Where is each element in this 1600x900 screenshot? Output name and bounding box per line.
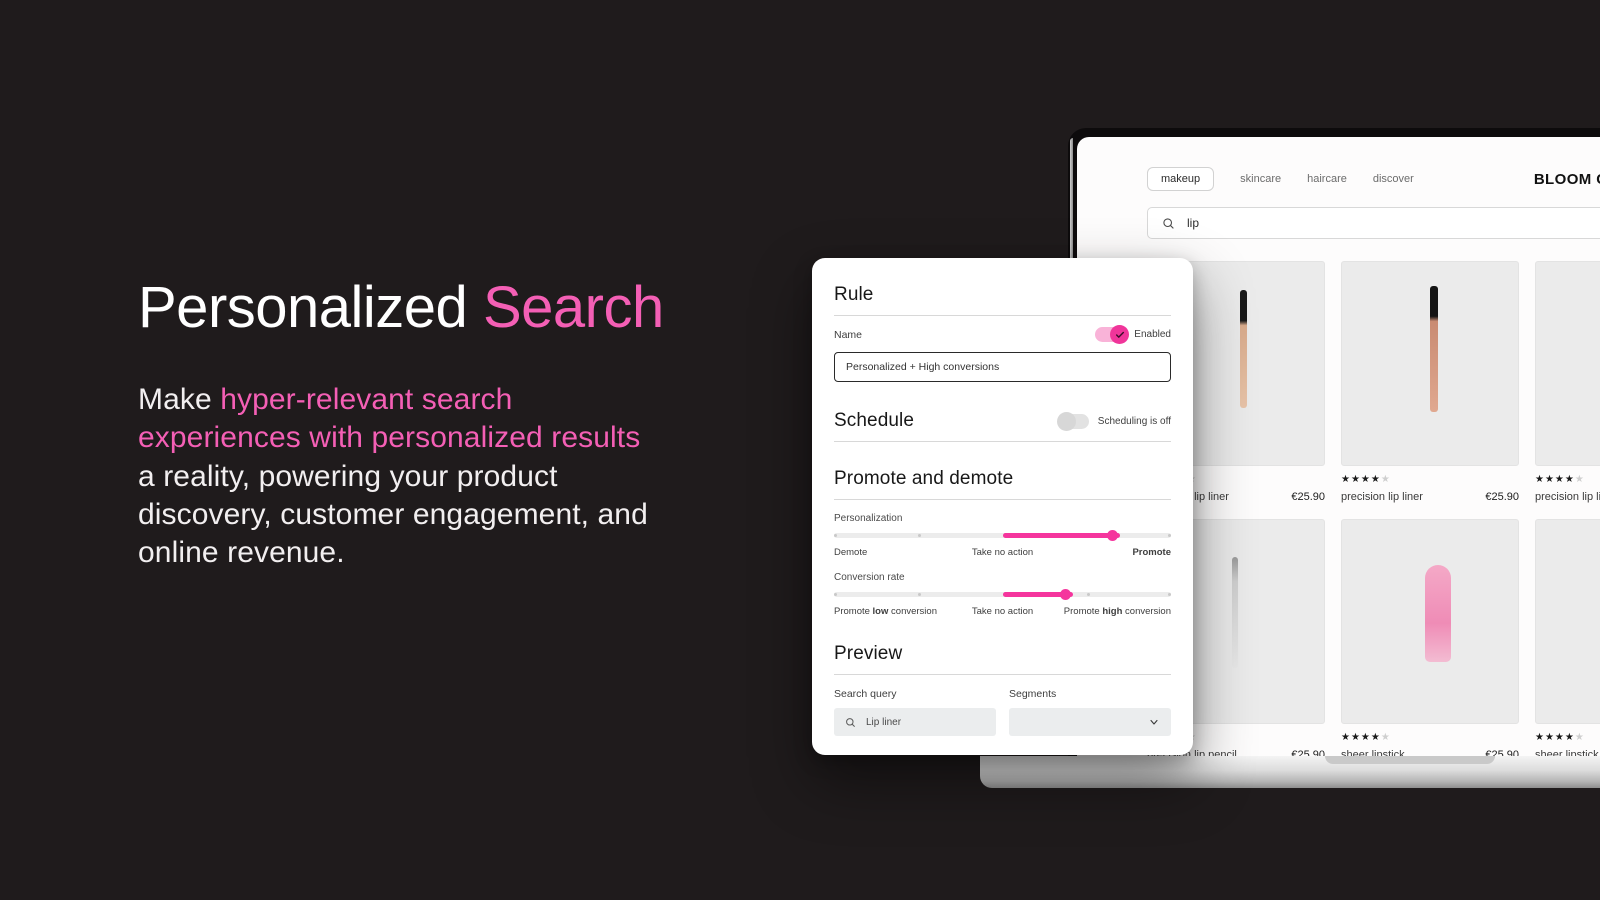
slider-fill [1002,533,1121,538]
slider-label-left: Demote [834,547,868,558]
preview-section: Preview Search query Lip liner Segments [834,643,1171,736]
rule-name-label: Name [834,328,863,341]
slider-label-right: Promote [1132,547,1171,558]
nav-item-discover[interactable]: discover [1373,173,1414,185]
slider-tick [834,593,837,596]
storefront-search-input[interactable]: lip [1147,207,1600,239]
product-grid: ★★★★★ precision lip liner €25.90 ★★★★★ p… [1147,261,1600,758]
preview-query-label: Search query [834,688,897,700]
product-meta: precision lip liner €25.90 [1341,491,1519,503]
conversion-slider-label: Conversion rate [834,572,905,583]
slider-tick [1167,534,1171,537]
subcopy-part-1: Make [138,382,221,416]
conversion-slider[interactable] [834,589,1171,600]
toggle-knob [1056,411,1076,431]
promote-section-title: Promote and demote [834,468,1014,489]
slider-label-right: Promote high conversion [1063,606,1171,617]
product-card[interactable]: ★★★★★ sheer lipstick €25.90 [1341,519,1519,758]
schedule-section-title: Schedule [834,410,915,431]
slider-label-left: Promote low conversion [834,606,937,617]
rating-stars: ★★★★★ [1341,474,1391,485]
conversion-slider-labels: Promote low conversion Take no action Pr… [834,606,1171,617]
preview-section-title: Preview [834,643,903,664]
personalization-slider-labels: Demote Take no action Promote [834,547,1171,558]
rating-stars: ★★★★★ [1341,732,1391,743]
search-icon [846,717,855,727]
page-title: Personalized Search [138,275,758,340]
preview-query-col: Search query Lip liner [834,688,996,736]
product-image [1341,261,1519,466]
preview-query-input[interactable]: Lip liner [834,708,996,736]
schedule-toggle[interactable] [1056,411,1089,431]
chevron-down-icon [1150,719,1158,725]
personalization-slider-block: Personalization Demote Take no action Pr… [834,513,1171,558]
schedule-section: Schedule Scheduling is off [834,410,1171,442]
rule-enabled-group[interactable]: Enabled [1095,325,1171,344]
subcopy-part-2: a reality, powering your product discove… [138,459,648,570]
slider-tick [1167,593,1171,596]
slider-label-mid: Take no action [971,606,1034,617]
promote-section: Promote and demote Personalization Demot… [834,468,1171,617]
toggle-knob [1110,325,1130,344]
check-icon [1115,331,1124,338]
product-card[interactable]: ★★★★★ sheer lipstick €25.90 [1535,519,1600,758]
headline-plain: Personalized [138,275,483,340]
hero-copy: Personalized Search Make hyper-relevant … [138,275,758,573]
divider [834,499,1171,500]
product-name: precision lip liner [1535,491,1600,503]
preview-query-value: Lip liner [866,716,902,728]
rule-enabled-label: Enabled [1134,329,1171,340]
product-card[interactable]: ★★★★★ precision lip liner €25.90 [1535,261,1600,503]
product-price: €25.90 [1291,491,1325,503]
storefront-search-value: lip [1187,216,1200,230]
slider-tick [834,534,837,537]
rule-section-title: Rule [834,284,874,305]
hero-subcopy: Make hyper-relevant search experiences w… [138,381,658,573]
rule-panel: Rule Name Enabled Personalized + High co… [812,258,1193,755]
rating-stars: ★★★★★ [1535,474,1585,485]
product-card[interactable]: ★★★★★ precision lip liner €25.90 [1341,261,1519,503]
nav-item-skincare[interactable]: skincare [1240,173,1281,185]
laptop-base [980,756,1600,788]
rule-enabled-toggle[interactable] [1095,325,1130,344]
nav-item-makeup[interactable]: makeup [1147,167,1215,191]
storefront-header: makeup skincare haircare discover BLOOM … [1147,137,1600,199]
rule-name-value: Personalized + High conversions [846,361,1000,373]
slider-handle[interactable] [1106,530,1118,541]
product-name: precision lip liner [1341,491,1423,503]
slider-handle[interactable] [1059,589,1071,600]
personalization-slider[interactable] [834,530,1171,541]
slider-label-mid: Take no action [971,547,1034,558]
slider-tick [918,593,922,596]
rule-name-row: Name Enabled [834,325,1171,344]
divider [834,441,1171,442]
schedule-header: Schedule Scheduling is off [834,410,1171,432]
schedule-toggle-group[interactable]: Scheduling is off [1056,411,1171,431]
preview-segments-select[interactable] [1009,708,1171,736]
headline-accent: Search [482,275,664,340]
product-image [1535,519,1600,724]
conversion-slider-block: Conversion rate Promote low conversion T… [834,572,1171,617]
divider [834,315,1171,316]
preview-segments-label: Segments [1009,688,1057,700]
preview-fields: Search query Lip liner Segments [834,688,1171,736]
nav-item-haircare[interactable]: haircare [1307,173,1347,185]
slider-tick [918,534,922,537]
slider-tick [1086,593,1090,596]
brand-logo: BLOOM COSMETICS [1533,170,1600,188]
product-image [1341,519,1519,724]
divider [834,674,1171,675]
personalization-slider-label: Personalization [834,513,903,524]
rating-stars: ★★★★★ [1535,732,1585,743]
product-price: €25.90 [1485,491,1519,503]
schedule-toggle-label: Scheduling is off [1097,415,1171,427]
search-icon [1163,217,1174,229]
product-image [1535,261,1600,466]
preview-segments-col: Segments [1009,688,1171,736]
storefront-nav: makeup skincare haircare discover [1147,167,1414,191]
laptop-base-notch [1325,756,1495,764]
rule-name-input[interactable]: Personalized + High conversions [834,352,1171,382]
product-meta: precision lip liner €25.90 [1535,491,1600,503]
